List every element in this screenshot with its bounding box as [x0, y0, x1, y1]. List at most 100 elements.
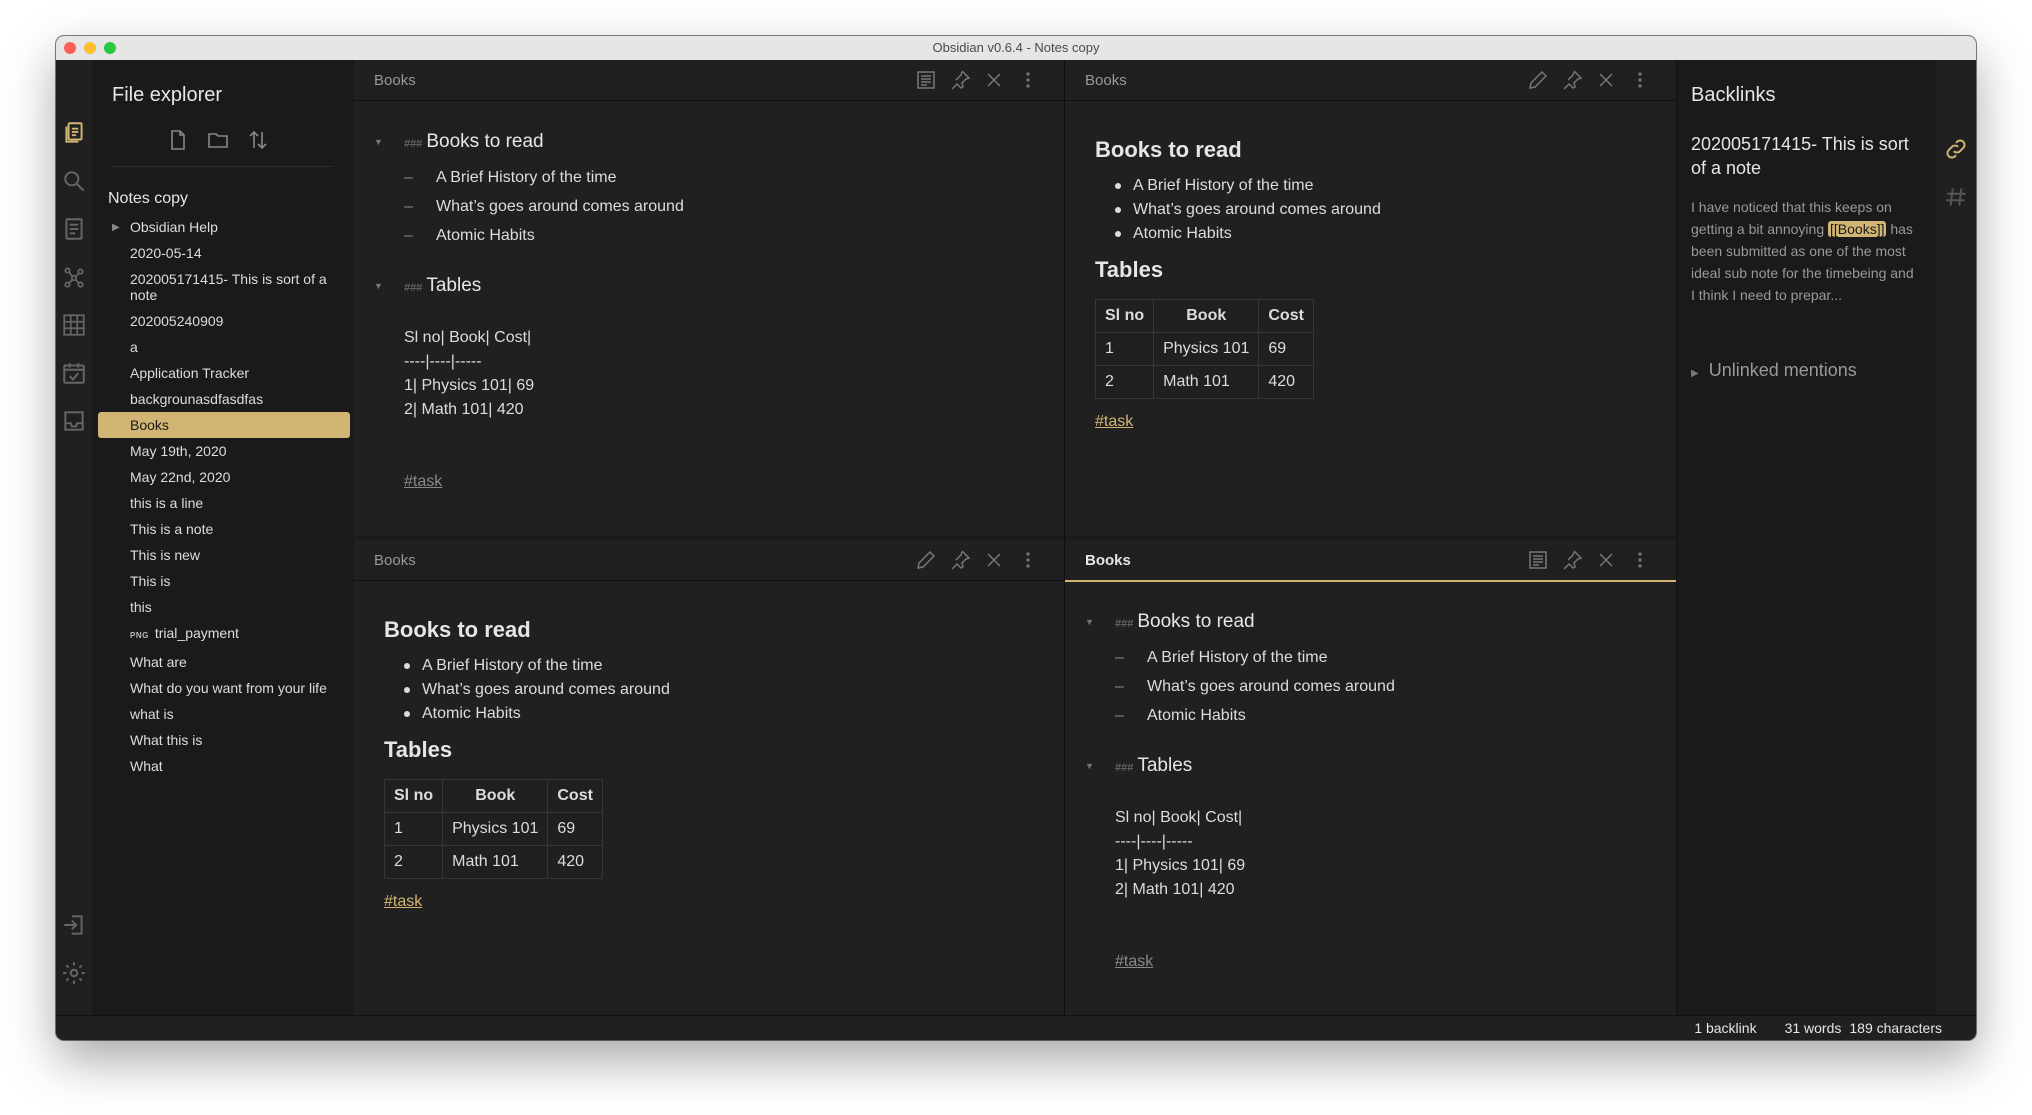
- tag-link[interactable]: #task: [384, 893, 422, 911]
- pin-icon[interactable]: [948, 68, 972, 92]
- pin-icon[interactable]: [1560, 548, 1584, 572]
- link-icon[interactable]: [1943, 136, 1969, 162]
- pages-icon[interactable]: [61, 216, 87, 242]
- pane-actions: [914, 548, 1040, 572]
- file-item[interactable]: this is a line: [98, 490, 350, 516]
- files-icon[interactable]: [61, 120, 87, 146]
- fold-chevron-icon[interactable]: ▼: [1085, 761, 1094, 771]
- file-item[interactable]: This is a note: [98, 516, 350, 542]
- list-item: – A Brief History of the time: [1115, 649, 1328, 666]
- table-header: Sl no: [383, 779, 444, 813]
- pane-header: Books: [354, 60, 1064, 101]
- more-options-icon[interactable]: [1016, 548, 1040, 572]
- new-note-icon[interactable]: [166, 128, 190, 152]
- calendar-check-icon[interactable]: [61, 360, 87, 386]
- close-icon[interactable]: [982, 68, 1006, 92]
- backlink-note-title[interactable]: 202005171415- This is sort of a note: [1691, 132, 1921, 180]
- pane-header-active: Books: [1065, 540, 1676, 582]
- pane-actions: [914, 68, 1040, 92]
- highlighted-link: [[Books]]: [1828, 221, 1887, 237]
- file-label: What this is: [130, 732, 203, 748]
- file-type-badge: PNG: [130, 631, 149, 640]
- file-item[interactable]: a: [98, 334, 350, 360]
- file-item[interactable]: Books: [98, 412, 350, 438]
- pane-title[interactable]: Books: [1085, 552, 1131, 569]
- heading-books: Books to read: [1095, 137, 1242, 162]
- file-item[interactable]: backgrounasdfasdfas: [98, 386, 350, 412]
- table-source-line: ----|----|-----: [1115, 833, 1193, 850]
- file-label: 202005240909: [130, 313, 224, 329]
- heading-books: ### Books to read: [1115, 611, 1255, 632]
- pane-header: Books: [354, 540, 1064, 581]
- close-icon[interactable]: [1594, 68, 1618, 92]
- file-label: Obsidian Help: [130, 219, 218, 235]
- preview-icon[interactable]: [914, 68, 938, 92]
- file-item[interactable]: Application Tracker: [98, 360, 350, 386]
- file-item[interactable]: 202005171415- This is sort of a note: [98, 266, 350, 308]
- file-item[interactable]: May 22nd, 2020: [98, 464, 350, 490]
- pin-icon[interactable]: [948, 548, 972, 572]
- unlinked-mentions-toggle[interactable]: ▶ Unlinked mentions: [1691, 360, 1857, 381]
- heading-tables: ### Tables: [404, 275, 482, 296]
- tag-link[interactable]: #task: [1095, 413, 1133, 431]
- tag-link[interactable]: #task: [1115, 953, 1153, 971]
- file-item[interactable]: 2020-05-14: [98, 240, 350, 266]
- search-icon[interactable]: [61, 168, 87, 194]
- pin-icon[interactable]: [1560, 68, 1584, 92]
- file-item[interactable]: This is new: [98, 542, 350, 568]
- close-icon[interactable]: [1594, 548, 1618, 572]
- heading-books: Books to read: [384, 617, 531, 642]
- file-item[interactable]: What do you want from your life: [98, 675, 350, 701]
- pane-title[interactable]: Books: [374, 552, 416, 569]
- file-item[interactable]: What: [98, 753, 350, 779]
- vault-name[interactable]: Notes copy: [108, 190, 188, 208]
- settings-icon[interactable]: [61, 960, 87, 986]
- pane-title[interactable]: Books: [1085, 72, 1127, 89]
- file-item[interactable]: 202005240909: [98, 308, 350, 334]
- new-folder-icon[interactable]: [206, 128, 230, 152]
- backlink-snippet[interactable]: I have noticed that this keeps on gettin…: [1691, 196, 1921, 306]
- table-source-line: Sl no| Book| Cost|: [404, 329, 532, 346]
- sort-icon[interactable]: [246, 128, 270, 152]
- file-item[interactable]: May 19th, 2020: [98, 438, 350, 464]
- editor-source[interactable]: ▼ ### Books to read – A Brief History of t…: [354, 101, 1064, 536]
- tag-icon[interactable]: [1943, 184, 1969, 210]
- inbox-icon[interactable]: [61, 408, 87, 434]
- close-icon[interactable]: [982, 548, 1006, 572]
- pane-divider-horizontal[interactable]: [1065, 536, 1727, 540]
- open-vault-icon[interactable]: [61, 912, 87, 938]
- preview-body[interactable]: Books to read A Brief History of the tim…: [354, 581, 1064, 1016]
- preview-icon[interactable]: [1526, 548, 1550, 572]
- tag-link[interactable]: #task: [404, 473, 442, 491]
- file-item[interactable]: This is: [98, 568, 350, 594]
- editor-source[interactable]: ▼ ### Books to read – A Brief History of t…: [1065, 581, 1676, 1016]
- grid-icon[interactable]: [61, 312, 87, 338]
- file-item[interactable]: this: [98, 594, 350, 620]
- edit-icon[interactable]: [1526, 68, 1550, 92]
- chevron-right-icon: ▶: [1691, 368, 1699, 379]
- pane-title[interactable]: Books: [374, 72, 416, 89]
- folder-item[interactable]: ▶ Obsidian Help: [98, 214, 350, 240]
- file-item[interactable]: what is: [98, 701, 350, 727]
- file-item[interactable]: What this is: [98, 727, 350, 753]
- pane-divider-horizontal[interactable]: [354, 536, 1064, 540]
- fold-chevron-icon[interactable]: ▼: [374, 137, 383, 147]
- preview-body[interactable]: Books to read A Brief History of the tim…: [1065, 101, 1676, 536]
- table-source-line: 2| Math 101| 420: [404, 401, 524, 418]
- table-source-line: ----|----|-----: [404, 353, 482, 370]
- file-item[interactable]: What are: [98, 649, 350, 675]
- more-options-icon[interactable]: [1016, 68, 1040, 92]
- chevron-right-icon[interactable]: ▶: [112, 220, 120, 236]
- fold-chevron-icon[interactable]: ▼: [374, 281, 383, 291]
- file-explorer: File explorer Notes copy ▶ Obsidian Help 2…: [92, 60, 354, 1016]
- edit-icon[interactable]: [914, 548, 938, 572]
- graph-icon[interactable]: [61, 264, 87, 290]
- list-item: – What’s goes around comes around: [1115, 678, 1395, 695]
- file-item[interactable]: PNG trial_payment: [98, 620, 350, 649]
- more-options-icon[interactable]: [1628, 548, 1652, 572]
- file-label: What: [130, 758, 163, 774]
- pane-bottom-right: Books ▼ ### Books to read – A Brief Histor…: [1065, 540, 1676, 1016]
- more-options-icon[interactable]: [1628, 68, 1652, 92]
- fold-chevron-icon[interactable]: ▼: [1085, 617, 1094, 627]
- table-header: Sl no: [1094, 299, 1155, 333]
